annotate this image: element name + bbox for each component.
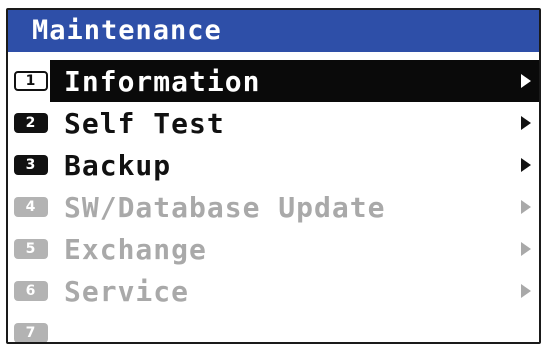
item-number-badge: 3 — [14, 155, 48, 175]
chevron-right-icon — [521, 116, 531, 130]
menu-item-label: Backup — [64, 148, 172, 182]
chevron-right-icon — [521, 284, 531, 298]
item-number-badge: 2 — [14, 113, 48, 133]
menu-item-label: Information — [50, 60, 539, 102]
menu-item-service: 6 Service — [8, 270, 539, 312]
maintenance-window: Maintenance 1 Information 2 Self Test 3 … — [6, 8, 541, 344]
item-number-badge: 5 — [14, 239, 48, 259]
menu-item-label: Exchange — [64, 232, 207, 266]
item-number-badge: 1 — [14, 71, 48, 91]
item-number-badge: 4 — [14, 197, 48, 217]
item-number-badge: 6 — [14, 281, 48, 301]
maintenance-menu: 1 Information 2 Self Test 3 Backup 4 SW/… — [8, 60, 539, 342]
chevron-right-icon — [521, 158, 531, 172]
chevron-right-icon — [521, 74, 531, 88]
item-number-badge: 7 — [14, 323, 48, 342]
menu-item-exchange: 5 Exchange — [8, 228, 539, 270]
chevron-right-icon — [521, 200, 531, 214]
menu-item-label: Service — [64, 274, 190, 308]
menu-item-information[interactable]: 1 Information — [8, 60, 539, 102]
menu-item-sw-database-update: 4 SW/Database Update — [8, 186, 539, 228]
menu-item-label: Self Test — [64, 106, 225, 140]
menu-item-backup[interactable]: 3 Backup — [8, 144, 539, 186]
menu-item-7: 7 — [8, 312, 539, 342]
chevron-right-icon — [521, 242, 531, 256]
menu-item-label: SW/Database Update — [64, 190, 386, 224]
window-title: Maintenance — [8, 10, 539, 52]
menu-item-self-test[interactable]: 2 Self Test — [8, 102, 539, 144]
menu-item-label — [56, 312, 539, 342]
